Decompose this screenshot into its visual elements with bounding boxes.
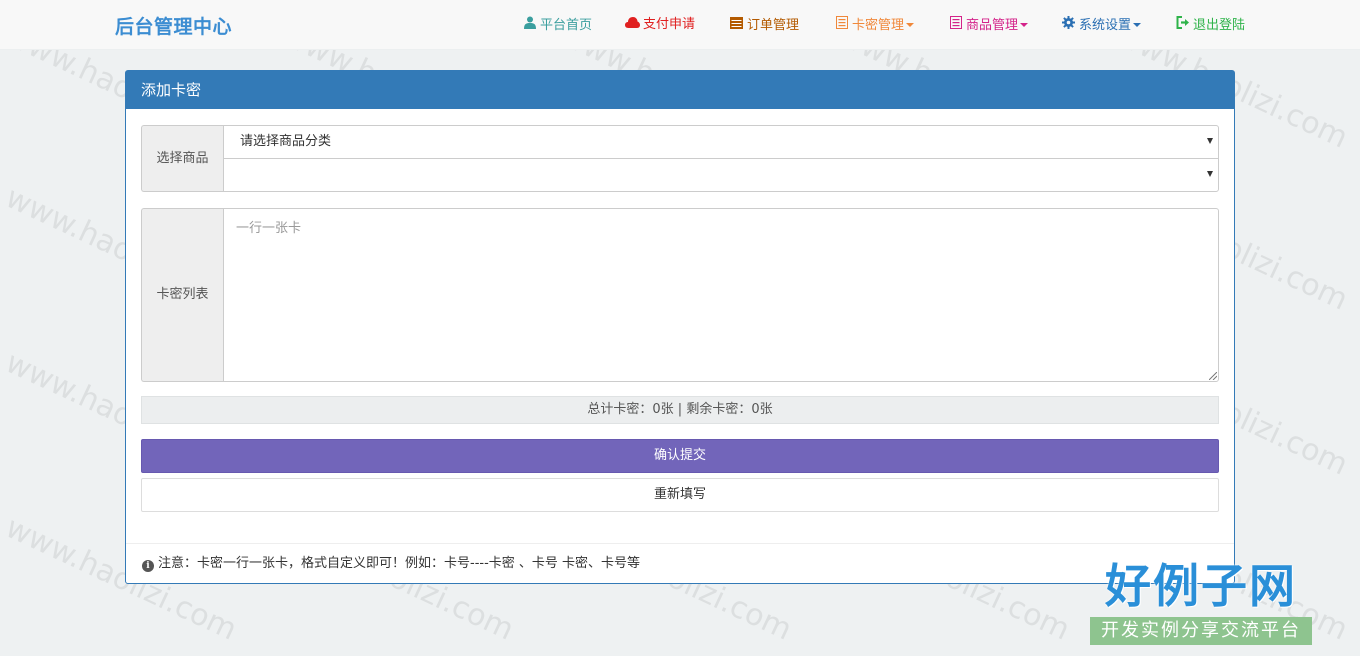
list-icon bbox=[834, 16, 849, 35]
add-card-panel: 添加卡密 选择商品 请选择商品分类 卡密列表 总计卡密：0张 | 剩余卡密：0张… bbox=[125, 70, 1235, 584]
nav-label: 平台首页 bbox=[540, 18, 593, 33]
haolizi-logo: 好例子网 bbox=[1105, 559, 1297, 613]
nav-products-dropdown[interactable]: 商品管理 bbox=[948, 16, 1029, 36]
nav-label: 订单管理 bbox=[747, 18, 800, 33]
product-select[interactable] bbox=[223, 158, 1219, 192]
top-navbar: 后台管理中心 平台首页 支付申请 订单管理 卡密管理 商品管理 系统设置 退出登… bbox=[0, 0, 1360, 50]
nav-label: 卡密管理 bbox=[852, 18, 905, 33]
resize-handle-icon[interactable] bbox=[1209, 372, 1217, 380]
info-icon: i bbox=[142, 560, 154, 572]
card-stats: 总计卡密：0张 | 剩余卡密：0张 bbox=[141, 396, 1219, 424]
category-select-value: 请选择商品分类 bbox=[240, 134, 332, 149]
user-icon bbox=[522, 16, 537, 35]
nav-home[interactable]: 平台首页 bbox=[522, 16, 592, 36]
chevron-down-icon bbox=[1020, 23, 1029, 27]
nav-cards-dropdown[interactable]: 卡密管理 bbox=[834, 16, 915, 36]
chevron-down-icon bbox=[906, 23, 915, 27]
submit-button[interactable]: 确认提交 bbox=[141, 439, 1219, 473]
panel-title: 添加卡密 bbox=[126, 71, 1234, 109]
panel-footer-note: i 注意：卡密一行一张卡，格式自定义即可！例如：卡号----卡密 、卡号 卡密、卡… bbox=[126, 543, 1234, 583]
nav-settings-dropdown[interactable]: 系统设置 bbox=[1061, 16, 1142, 36]
haolizi-logo-subtitle: 开发实例分享交流平台 bbox=[1090, 617, 1312, 645]
chevron-down-icon bbox=[1133, 23, 1142, 27]
logout-icon bbox=[1175, 16, 1190, 35]
select-product-label: 选择商品 bbox=[141, 125, 223, 192]
calendar-icon bbox=[729, 16, 744, 35]
nav-label: 商品管理 bbox=[966, 18, 1019, 33]
main-nav: 平台首页 支付申请 订单管理 卡密管理 商品管理 系统设置 退出登陆 bbox=[0, 16, 1360, 36]
nav-orders[interactable]: 订单管理 bbox=[729, 16, 799, 36]
category-select[interactable]: 请选择商品分类 bbox=[223, 125, 1219, 159]
list-icon bbox=[948, 16, 963, 35]
note-text: 注意：卡密一行一张卡，格式自定义即可！例如：卡号----卡密 、卡号 卡密、卡号… bbox=[158, 556, 641, 571]
nav-payment[interactable]: 支付申请 bbox=[625, 16, 695, 36]
nav-logout[interactable]: 退出登陆 bbox=[1175, 16, 1245, 36]
reset-button[interactable]: 重新填写 bbox=[141, 478, 1219, 512]
gear-icon bbox=[1061, 16, 1076, 35]
nav-label: 系统设置 bbox=[1079, 18, 1132, 33]
nav-label: 退出登陆 bbox=[1193, 18, 1246, 33]
nav-label: 支付申请 bbox=[643, 17, 696, 32]
select-arrow-icon bbox=[1207, 171, 1213, 177]
card-list-label: 卡密列表 bbox=[141, 208, 223, 382]
cloud-icon bbox=[625, 16, 640, 34]
select-arrow-icon bbox=[1207, 138, 1213, 144]
card-list-textarea[interactable] bbox=[223, 208, 1219, 382]
